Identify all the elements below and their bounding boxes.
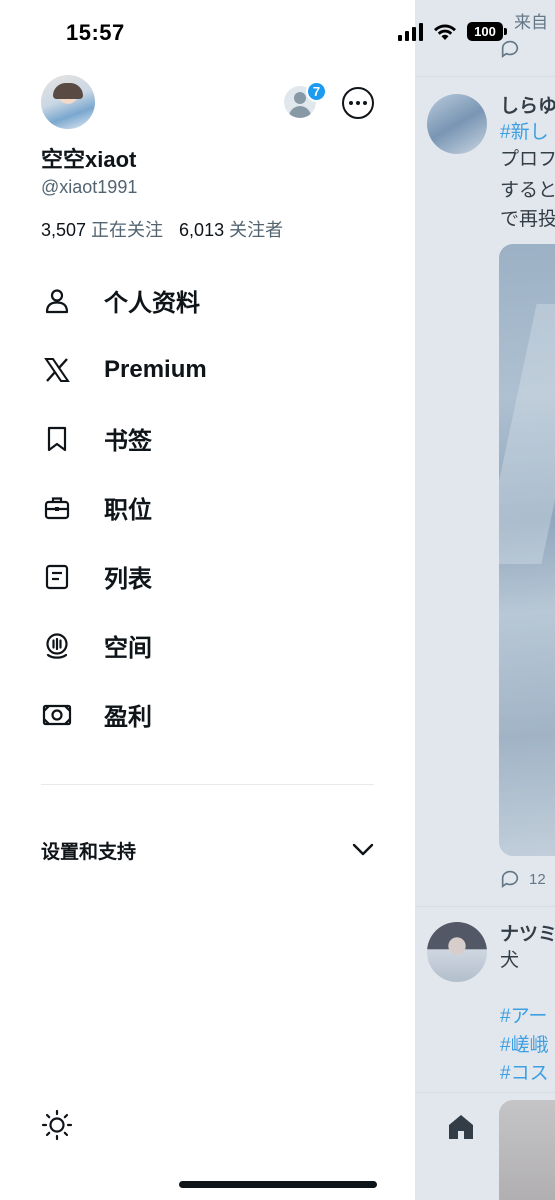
post-author-name[interactable]: しらゆ [500,91,555,118]
spaces-icon [41,630,73,662]
drawer-menu: 个人资料 Premium 书签 职位 列表 空间 盈利 [0,266,415,749]
menu-item-monetization[interactable]: 盈利 [0,680,415,749]
x-logo-icon [41,354,73,386]
home-indicator[interactable] [179,1181,377,1188]
battery-icon: 100 [467,22,507,41]
menu-item-jobs[interactable]: 职位 [0,473,415,542]
following-link[interactable]: 3,507 正在关注 [41,216,163,242]
post-text-line: すると [500,180,555,201]
monetization-icon [41,699,73,731]
post-hashtag[interactable]: #コス [500,1061,549,1086]
briefcase-icon [41,492,73,524]
profile-avatar[interactable] [41,75,95,129]
menu-item-label: 个人资料 [104,290,200,317]
post-media-image[interactable] [499,1100,555,1200]
post-hashtag[interactable]: #嵯峨 [500,1033,549,1058]
menu-item-label: 职位 [104,497,152,524]
status-time: 15:57 [66,20,125,45]
profile-handle: @xiaot1991 [41,177,138,197]
menu-item-bookmarks[interactable]: 书签 [0,404,415,473]
follow-stats: 3,507 正在关注 6,013 关注者 [41,216,283,242]
post-text-line[interactable]: #新し [500,120,549,145]
post-avatar[interactable] [427,922,487,982]
post-hashtag[interactable]: #アー [500,1004,547,1029]
status-indicators: 100 [398,22,507,41]
battery-level: 100 [467,22,503,41]
menu-item-lists[interactable]: 列表 [0,542,415,611]
followers-count: 6,013 [179,220,225,240]
followers-link[interactable]: 6,013 关注者 [179,216,283,242]
chevron-down-icon [352,843,374,856]
menu-item-label: 书签 [104,428,152,455]
post-media-image[interactable] [499,244,555,856]
post-text-line: プロフ [500,149,555,170]
post-text-line: で再投 [500,209,555,230]
post-text-line: 犬 [500,950,520,971]
cellular-signal-icon [398,22,423,41]
list-icon [41,561,73,593]
person-icon [41,285,73,317]
bookmark-icon [41,423,73,455]
post-avatar[interactable] [427,94,487,154]
following-label: 正在关注 [91,220,164,240]
following-count: 3,507 [41,220,87,240]
theme-toggle-button[interactable] [39,1107,75,1143]
reply-icon [501,870,519,888]
background-timeline: 来自 しらゆ #新し プロフ すると で再投 12 ナツミ 犬 #アー #嵯峨 … [415,0,555,1200]
menu-item-label: 列表 [104,566,152,593]
profile-display-name[interactable]: 空空xiaot [41,142,136,174]
account-notification-badge: 7 [306,81,327,102]
status-bar: 15:57 100 [0,0,555,70]
post-reply-button[interactable]: 12 [499,868,546,890]
wifi-icon [434,24,456,40]
menu-item-label: 盈利 [104,704,152,731]
home-icon[interactable] [445,1111,477,1143]
menu-item-label: Premium [104,355,207,383]
settings-and-support-toggle[interactable]: 设置和支持 [41,832,374,868]
side-drawer: 7 空空xiaot @xiaot1991 3,507 正在关注 6,013 关注者 … [0,0,415,1200]
sun-icon [41,1109,73,1141]
reply-count: 12 [529,870,546,888]
drawer-divider [41,784,374,785]
post-author-name[interactable]: ナツミ [500,919,555,946]
menu-item-spaces[interactable]: 空间 [0,611,415,680]
menu-item-profile[interactable]: 个人资料 [0,266,415,335]
more-options-button[interactable] [342,87,374,119]
menu-item-premium[interactable]: Premium [0,335,415,404]
menu-item-label: 空间 [104,635,152,662]
settings-label: 设置和支持 [41,841,137,863]
followers-label: 关注者 [229,220,284,240]
